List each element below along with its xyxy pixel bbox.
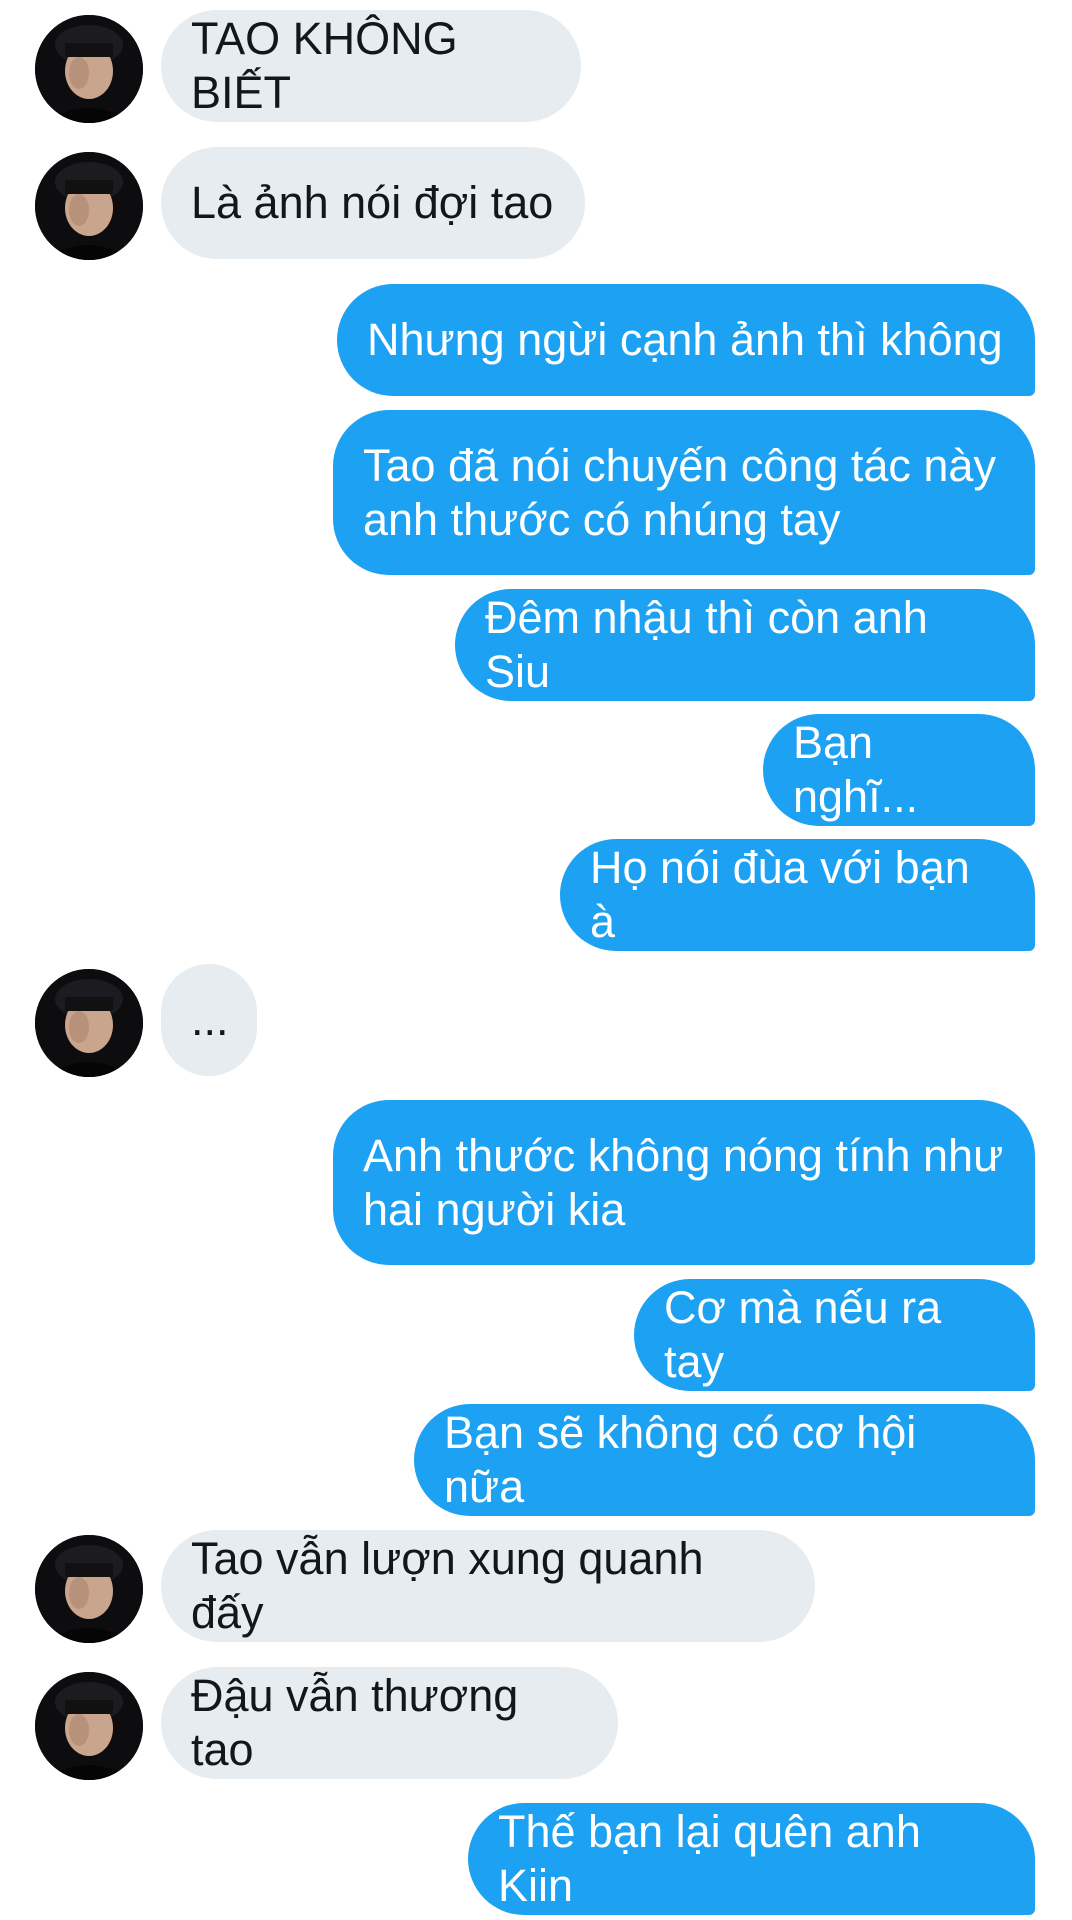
avatar[interactable] <box>35 969 143 1077</box>
avatar[interactable] <box>35 1535 143 1643</box>
incoming-message-bubble[interactable]: Là ảnh nói đợi tao <box>161 147 585 259</box>
message-text: Cơ mà nếu ra tay <box>664 1282 954 1387</box>
message-text: TAO KHÔNG BIẾT <box>191 13 471 118</box>
message-text: Bạn nghĩ... <box>793 717 919 822</box>
message-text: Tao đã nói chuyến công tác này anh thước… <box>363 439 996 545</box>
message-text: Là ảnh nói đợi tao <box>191 177 554 228</box>
avatar[interactable] <box>35 1672 143 1780</box>
avatar-photo-icon <box>35 1535 143 1643</box>
avatar-photo-icon <box>35 152 143 260</box>
message-text: Họ nói đùa với bạn à <box>590 842 983 947</box>
outgoing-message-bubble[interactable]: Tao đã nói chuyến công tác này anh thước… <box>333 410 1035 575</box>
incoming-message-bubble[interactable]: Đậu vẫn thương tao <box>161 1667 618 1779</box>
message-text: Anh thước không nóng tính như hai người … <box>363 1129 1004 1235</box>
outgoing-message-bubble[interactable]: Anh thước không nóng tính như hai người … <box>333 1100 1035 1265</box>
message-text: Đậu vẫn thương tao <box>191 1670 531 1775</box>
message-text: Tao vẫn lượn xung quanh đấy <box>191 1533 717 1638</box>
avatar-photo-icon <box>35 969 143 1077</box>
outgoing-message-bubble[interactable]: Nhưng ngừi cạnh ảnh thì không <box>337 284 1035 396</box>
message-text: Đêm nhậu thì còn anh Siu <box>485 592 941 697</box>
incoming-message-bubble[interactable]: ... <box>161 964 257 1076</box>
outgoing-message-bubble[interactable]: Thế bạn lại quên anh Kiin <box>468 1803 1035 1915</box>
outgoing-message-bubble[interactable]: Đêm nhậu thì còn anh Siu <box>455 589 1035 701</box>
message-text: Thế bạn lại quên anh Kiin <box>498 1806 934 1911</box>
avatar[interactable] <box>35 15 143 123</box>
outgoing-message-bubble[interactable]: Họ nói đùa với bạn à <box>560 839 1035 951</box>
message-text: ... <box>191 994 229 1045</box>
outgoing-message-bubble[interactable]: Bạn sẽ không có cơ hội nữa <box>414 1404 1035 1516</box>
outgoing-message-bubble[interactable]: Bạn nghĩ... <box>763 714 1035 826</box>
avatar[interactable] <box>35 152 143 260</box>
message-text: Bạn sẽ không có cơ hội nữa <box>444 1407 929 1512</box>
message-text: Nhưng ngừi cạnh ảnh thì không <box>367 314 1003 365</box>
outgoing-message-bubble[interactable]: Cơ mà nếu ra tay <box>634 1279 1035 1391</box>
incoming-message-bubble[interactable]: Tao vẫn lượn xung quanh đấy <box>161 1530 815 1642</box>
avatar-photo-icon <box>35 15 143 123</box>
avatar-photo-icon <box>35 1672 143 1780</box>
incoming-message-bubble[interactable]: TAO KHÔNG BIẾT <box>161 10 581 122</box>
